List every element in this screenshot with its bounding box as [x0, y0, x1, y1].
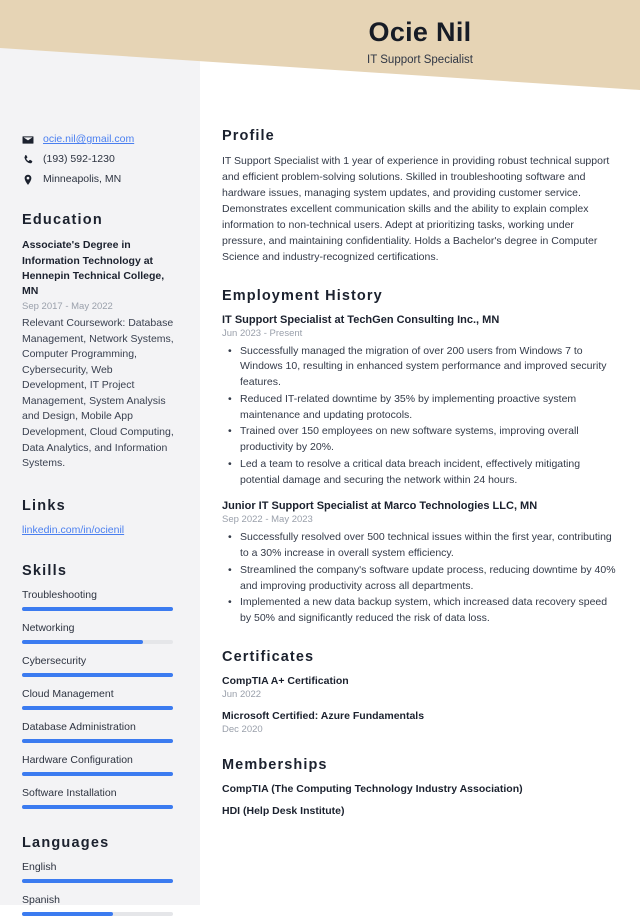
education-description: Relevant Coursework: Database Management…: [22, 317, 174, 470]
skill-label: Troubleshooting: [22, 588, 97, 601]
skill-level-fill: [22, 606, 173, 611]
education-date: Sep 2017 - May 2022: [22, 301, 113, 313]
job-entry: IT Support Specialist at TechGen Consult…: [222, 314, 618, 489]
memberships-list: CompTIA (The Computing Technology Indust…: [222, 783, 618, 817]
language-level-bar: [22, 878, 173, 883]
job-bullet-list: Successfully managed the migration of ov…: [222, 344, 618, 489]
skill-level-fill: [22, 672, 173, 677]
language-level-bar: [22, 911, 173, 916]
skill-level-bar: [22, 771, 173, 776]
skill-level-bar: [22, 738, 173, 743]
certificate-date: Jun 2022: [222, 688, 262, 700]
job-bullet-list: Successfully resolved over 500 technical…: [222, 530, 618, 627]
skill-level-bar: [22, 705, 173, 710]
header-job-title: IT Support Specialist: [367, 53, 473, 66]
job-date: Sep 2022 - May 2023: [222, 514, 313, 526]
skill-label: Cloud Management: [22, 687, 114, 700]
job-bullet: Reduced IT-related downtime by 35% by im…: [222, 392, 618, 424]
skill-item: Database Administration: [22, 721, 178, 743]
contact-value-location: Minneapolis, MN: [43, 173, 122, 186]
job-role: IT Support Specialist at TechGen Consult…: [222, 313, 500, 326]
skill-level-bar: [22, 639, 173, 644]
skill-level-fill: [22, 738, 173, 743]
link-item-linkedin[interactable]: linkedin.com/in/ocienil: [22, 524, 178, 537]
skill-level-bar: [22, 804, 173, 809]
job-bullet: Trained over 150 employees on new softwa…: [222, 424, 618, 456]
certificate-entry: CompTIA A+ Certification Jun 2022: [222, 675, 618, 700]
skill-label: Networking: [22, 621, 75, 634]
contact-block: ocie.nil@gmail.com (193) 592-1230 Minnea…: [22, 133, 178, 186]
skill-item: Cloud Management: [22, 688, 178, 710]
page-title: Ocie Nil: [368, 17, 472, 47]
phone-icon: [22, 153, 34, 166]
skill-level-fill: [22, 771, 173, 776]
skill-item: Troubleshooting: [22, 589, 178, 611]
membership-item: CompTIA (The Computing Technology Indust…: [222, 782, 523, 795]
certificate-name: Microsoft Certified: Azure Fundamentals: [222, 709, 425, 722]
certificates-section: Certificates CompTIA A+ Certification Jun…: [222, 649, 618, 735]
languages-list: English Spanish: [22, 861, 178, 916]
language-label: Spanish: [22, 893, 60, 906]
certificate-entry: Microsoft Certified: Azure Fundamentals D…: [222, 710, 618, 735]
skill-level-fill: [22, 639, 143, 644]
job-entry: Junior IT Support Specialist at Marco Te…: [222, 500, 618, 627]
profile-section: Profile IT Support Specialist with 1 yea…: [222, 128, 618, 266]
skill-item: Cybersecurity: [22, 655, 178, 677]
language-level-fill: [22, 878, 173, 883]
job-role: Junior IT Support Specialist at Marco Te…: [222, 500, 538, 513]
section-heading-education: Education: [22, 212, 103, 229]
skill-item: Software Installation: [22, 787, 178, 809]
location-pin-icon: [22, 173, 34, 186]
section-heading-certificates: Certificates: [222, 648, 315, 665]
job-bullet: Successfully managed the migration of ov…: [222, 344, 618, 391]
envelope-icon: [22, 133, 34, 146]
job-bullet: Implemented a new data backup system, wh…: [222, 595, 618, 627]
section-heading-employment: Employment History: [222, 287, 383, 304]
skill-label: Cybersecurity: [22, 654, 87, 667]
education-degree: Associate's Degree in Information Techno…: [22, 239, 165, 298]
skill-level-fill: [22, 804, 173, 809]
language-label: English: [22, 860, 57, 873]
contact-value-email[interactable]: ocie.nil@gmail.com: [43, 133, 134, 146]
link-label[interactable]: linkedin.com/in/ocienil: [22, 524, 124, 537]
section-heading-memberships: Memberships: [222, 756, 328, 773]
section-heading-skills: Skills: [22, 562, 68, 579]
skills-list: Troubleshooting Networking Cybersecurity Cl…: [22, 589, 178, 809]
contact-item-phone: (193) 592-1230: [22, 153, 178, 166]
section-heading-languages: Languages: [22, 834, 110, 851]
skill-level-fill: [22, 705, 173, 710]
skill-label: Database Administration: [22, 720, 136, 733]
language-item: English: [22, 861, 178, 883]
certificates-list: CompTIA A+ Certification Jun 2022 Microsof…: [222, 675, 618, 735]
job-date: Jun 2023 - Present: [222, 327, 303, 339]
employment-section: Employment History IT Support Specialist…: [222, 288, 618, 627]
main-content-area: Profile IT Support Specialist with 1 yea…: [200, 0, 640, 905]
jobs-list: IT Support Specialist at TechGen Consult…: [222, 314, 618, 627]
skill-label: Software Installation: [22, 786, 117, 799]
certificate-date: Dec 2020: [222, 723, 263, 735]
skill-label: Hardware Configuration: [22, 753, 133, 766]
profile-text: IT Support Specialist with 1 year of exp…: [222, 155, 610, 263]
skill-item: Networking: [22, 622, 178, 644]
language-level-fill: [22, 911, 113, 916]
section-heading-links: Links: [22, 497, 66, 514]
job-bullet: Led a team to resolve a critical data br…: [222, 457, 618, 489]
contact-item-location: Minneapolis, MN: [22, 173, 178, 186]
skill-level-bar: [22, 672, 173, 677]
sidebar: ocie.nil@gmail.com (193) 592-1230 Minnea…: [0, 0, 200, 916]
certificate-name: CompTIA A+ Certification: [222, 674, 349, 687]
membership-item: HDI (Help Desk Institute): [222, 804, 345, 817]
memberships-section: Memberships CompTIA (The Computing Techn…: [222, 757, 618, 817]
contact-value-phone: (193) 592-1230: [43, 153, 115, 166]
education-entry: Associate's Degree in Information Techno…: [22, 238, 178, 471]
skill-level-bar: [22, 606, 173, 611]
job-bullet: Streamlined the company's software updat…: [222, 563, 618, 595]
section-heading-profile: Profile: [222, 128, 275, 144]
job-bullet: Successfully resolved over 500 technical…: [222, 530, 618, 562]
contact-item-email[interactable]: ocie.nil@gmail.com: [22, 133, 178, 146]
skill-item: Hardware Configuration: [22, 754, 178, 776]
